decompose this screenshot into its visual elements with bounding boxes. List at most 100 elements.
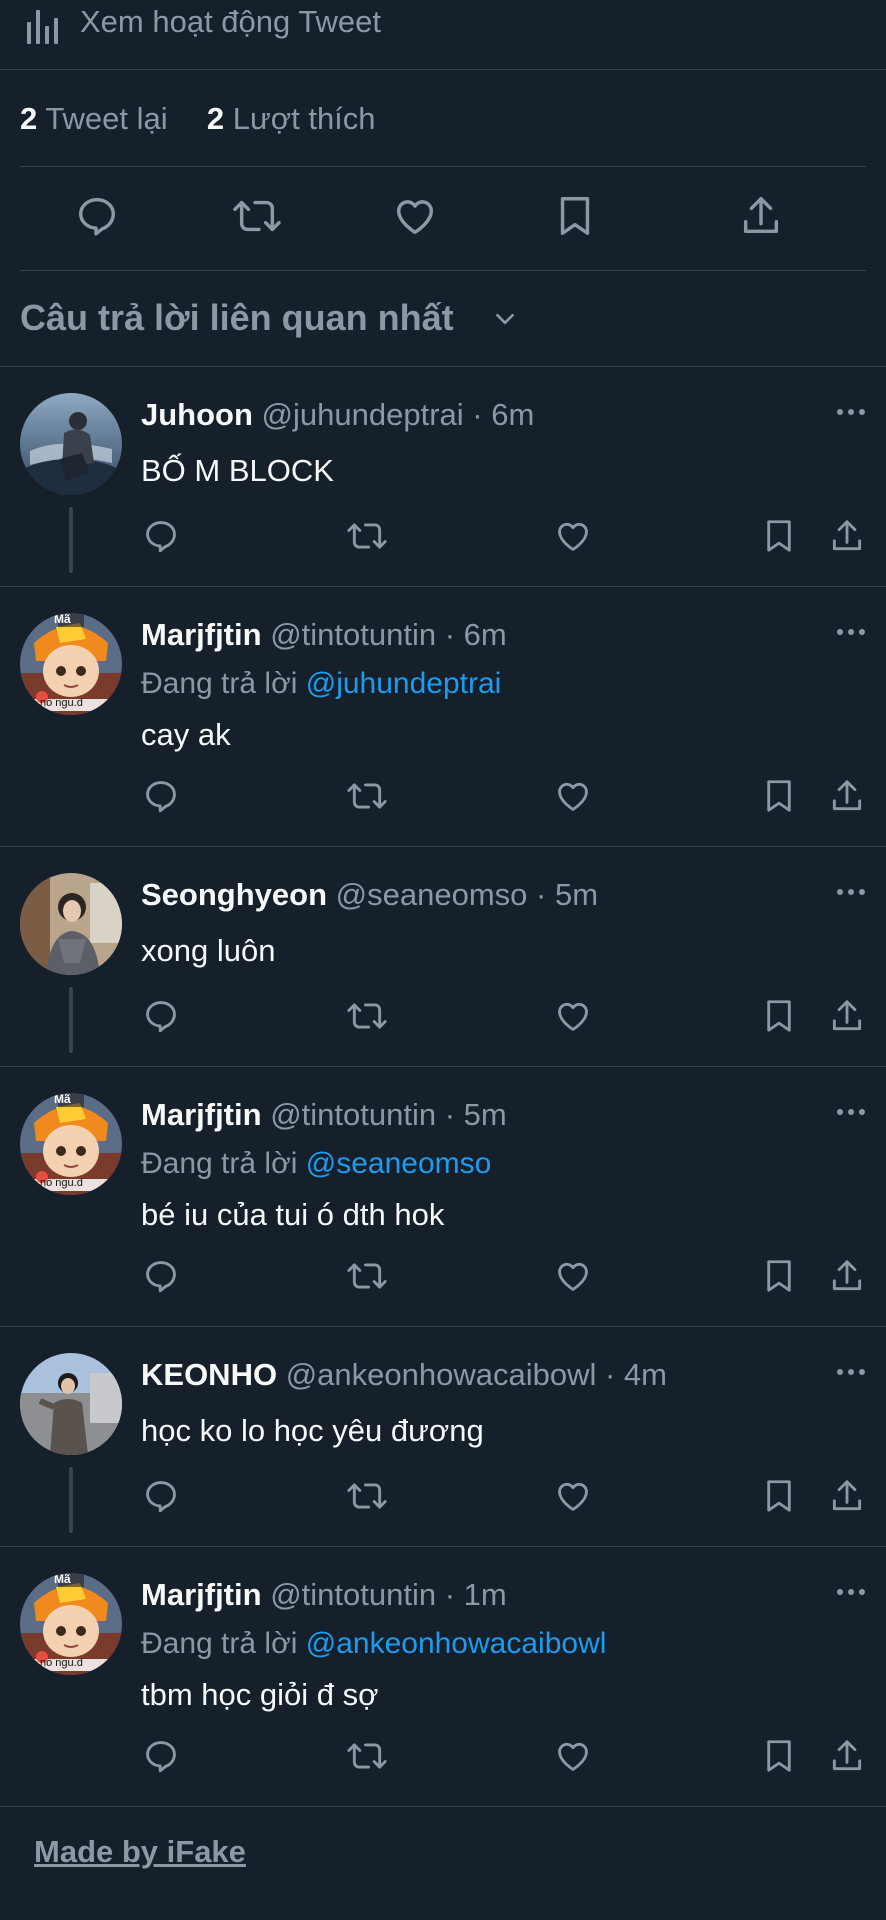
replying-to-handle[interactable]: @ankeonhowacaibowl [306, 1627, 607, 1660]
like-icon[interactable] [554, 777, 592, 815]
likes-label: Lượt thích [232, 101, 376, 136]
user-handle[interactable]: @seaneomso [336, 877, 528, 912]
replies-sort-header[interactable]: Câu trả lời liên quan nhất [0, 271, 886, 367]
retweet-icon[interactable] [346, 1477, 388, 1515]
bookmark-icon[interactable] [760, 1257, 798, 1295]
replying-label: Đang trả lời [141, 1627, 298, 1660]
avatar-caption-top: Mã [54, 613, 71, 626]
likes-count: 2 [206, 101, 225, 136]
bookmark-icon[interactable] [760, 777, 798, 815]
activity-label: Xem hoạt động Tweet [80, 4, 382, 39]
avatar-caption-top: Mã [54, 1093, 71, 1106]
thread-line [69, 507, 73, 573]
tweet-header: Marjfjtin @tintotuntin · 5m [141, 1097, 507, 1133]
display-name[interactable]: Marjfjtin [141, 1097, 262, 1132]
chevron-down-icon[interactable] [492, 306, 518, 332]
retweet-icon[interactable] [346, 1737, 388, 1775]
display-name[interactable]: Marjfjtin [141, 1577, 262, 1612]
reply-tweet[interactable]: Mã no ngu.d Marjfjtin @tintotuntin · 5m … [0, 1067, 886, 1327]
reply-icon[interactable] [142, 777, 180, 815]
more-options-icon[interactable] [836, 887, 866, 897]
timestamp: · 6m [444, 617, 507, 652]
reply-tweet[interactable]: Mã no ngu.d Marjfjtin @tintotuntin · 1m … [0, 1547, 886, 1807]
thread-line [69, 987, 73, 1053]
bookmark-icon[interactable] [552, 193, 598, 239]
user-handle[interactable]: @ankeonhowacaibowl [286, 1357, 597, 1392]
bookmark-icon[interactable] [760, 517, 798, 555]
reply-icon[interactable] [142, 997, 180, 1035]
retweet-icon[interactable] [346, 517, 388, 555]
tweet-header: Marjfjtin @tintotuntin · 1m [141, 1577, 507, 1613]
reply-tweet[interactable]: Seonghyeon @seaneomso · 5m xong luôn [0, 847, 886, 1067]
bookmark-icon[interactable] [760, 997, 798, 1035]
avatar[interactable] [20, 393, 122, 495]
bookmark-icon[interactable] [760, 1477, 798, 1515]
tweet-header: Seonghyeon @seaneomso · 5m [141, 877, 598, 913]
more-options-icon[interactable] [836, 1587, 866, 1597]
avatar[interactable] [20, 873, 122, 975]
retweet-icon[interactable] [346, 997, 388, 1035]
replying-to-handle[interactable]: @seaneomso [306, 1147, 492, 1180]
like-icon[interactable] [392, 193, 438, 239]
tweet-text: xong luôn [141, 933, 276, 968]
tweet-text: học ko lo học yêu đương [141, 1413, 484, 1448]
avatar[interactable] [20, 1353, 122, 1455]
replying-to-handle[interactable]: @juhundeptrai [306, 667, 502, 700]
share-icon[interactable] [828, 997, 866, 1035]
retweets-stat[interactable]: 2 Tweet lại [20, 101, 168, 136]
display-name[interactable]: Juhoon [141, 397, 253, 432]
tweet-text: cay ak [141, 717, 231, 752]
likes-stat[interactable]: 2 Lượt thích [207, 101, 376, 136]
made-by-watermark: Made by iFake [34, 1834, 246, 1869]
reply-tweet[interactable]: Mã no ngu.d Marjfjtin @tintotuntin · 6m … [0, 587, 886, 847]
thread-line [69, 1467, 73, 1533]
like-icon[interactable] [554, 1737, 592, 1775]
share-icon[interactable] [738, 193, 784, 239]
reply-icon[interactable] [142, 517, 180, 555]
retweet-icon[interactable] [232, 193, 282, 239]
replying-label: Đang trả lời [141, 667, 298, 700]
share-icon[interactable] [828, 1737, 866, 1775]
avatar[interactable]: Mã no ngu.d [20, 1093, 122, 1195]
more-options-icon[interactable] [836, 1107, 866, 1117]
avatar[interactable]: Mã no ngu.d [20, 1573, 122, 1675]
avatar-caption-bottom: no ngu.d [40, 1177, 83, 1189]
tweet-text: BỐ M BLOCK [141, 453, 334, 488]
more-options-icon[interactable] [836, 407, 866, 417]
user-handle[interactable]: @tintotuntin [270, 617, 436, 652]
more-options-icon[interactable] [836, 627, 866, 637]
more-options-icon[interactable] [836, 1367, 866, 1377]
display-name[interactable]: Marjfjtin [141, 617, 262, 652]
bookmark-icon[interactable] [760, 1737, 798, 1775]
share-icon[interactable] [828, 1477, 866, 1515]
user-handle[interactable]: @tintotuntin [270, 1097, 436, 1132]
like-icon[interactable] [554, 1477, 592, 1515]
replying-to: Đang trả lời @ankeonhowacaibowl [141, 1627, 606, 1661]
like-icon[interactable] [554, 1257, 592, 1295]
tweet-activity-link[interactable]: Xem hoạt động Tweet [0, 0, 886, 70]
like-icon[interactable] [554, 517, 592, 555]
reply-tweet[interactable]: KEONHO @ankeonhowacaibowl · 4m học ko lo… [0, 1327, 886, 1547]
tweet-text: tbm học giỏi đ sợ [141, 1677, 379, 1712]
tweet-header: KEONHO @ankeonhowacaibowl · 4m [141, 1357, 667, 1393]
share-icon[interactable] [828, 517, 866, 555]
share-icon[interactable] [828, 777, 866, 815]
user-handle[interactable]: @tintotuntin [270, 1577, 436, 1612]
reply-icon[interactable] [142, 1737, 180, 1775]
retweet-icon[interactable] [346, 777, 388, 815]
user-handle[interactable]: @juhundeptrai [262, 397, 464, 432]
display-name[interactable]: KEONHO [141, 1357, 277, 1392]
reply-icon[interactable] [74, 193, 120, 239]
share-icon[interactable] [828, 1257, 866, 1295]
retweets-label: Tweet lại [45, 101, 168, 136]
display-name[interactable]: Seonghyeon [141, 877, 327, 912]
reply-icon[interactable] [142, 1477, 180, 1515]
retweet-icon[interactable] [346, 1257, 388, 1295]
timestamp: · 6m [472, 397, 535, 432]
replying-label: Đang trả lời [141, 1147, 298, 1180]
like-icon[interactable] [554, 997, 592, 1035]
reply-icon[interactable] [142, 1257, 180, 1295]
reply-tweet[interactable]: Juhoon @juhundeptrai · 6m BỐ M BLOCK [0, 367, 886, 587]
tweet-header: Juhoon @juhundeptrai · 6m [141, 397, 534, 433]
avatar[interactable]: Mã no ngu.d [20, 613, 122, 715]
